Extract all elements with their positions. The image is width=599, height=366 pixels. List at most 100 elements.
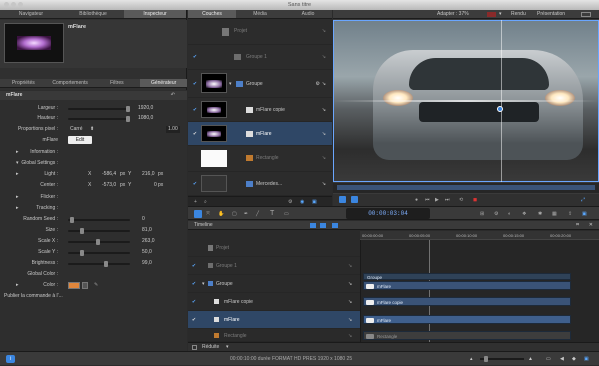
timecode-display[interactable]: 00:00:03:04 <box>346 208 430 219</box>
scale-x-value[interactable]: 263,0 <box>142 237 155 246</box>
scale-x-slider[interactable] <box>68 239 130 245</box>
layer-row[interactable]: ✔ Mercedes... ↘ <box>188 172 332 196</box>
center-x-value[interactable]: -573,0 <box>102 181 116 190</box>
brightness-slider[interactable] <box>68 261 130 267</box>
fullscreen-icon[interactable]: ⤢ <box>581 194 585 206</box>
record-icon[interactable]: ● <box>415 194 418 206</box>
brightness-value[interactable]: 99,0 <box>142 259 152 268</box>
visibility-check-icon[interactable]: ✔ <box>191 317 197 323</box>
scale-y-slider[interactable] <box>68 250 130 256</box>
hauteur-value[interactable]: 1080,0 <box>138 114 153 123</box>
lock-icon[interactable]: ↘ <box>322 131 326 137</box>
filters-icon[interactable]: ◐ <box>508 207 511 221</box>
light-y-value[interactable]: 216,0 <box>142 170 155 179</box>
selection-bounds[interactable] <box>333 20 599 182</box>
loop-icon[interactable]: ⟲ <box>459 194 463 206</box>
lock-icon[interactable]: ↘ <box>348 317 352 323</box>
lock-icon[interactable]: ↘ <box>322 81 326 87</box>
tab-filtres[interactable]: Filtres <box>94 79 141 87</box>
timeline-ruler[interactable]: 00:00:00:00 00:00:05:00 00:00:10:00 00:0… <box>360 231 599 240</box>
minimize-window-icon[interactable] <box>11 2 16 7</box>
scale-x-knob[interactable] <box>96 239 100 245</box>
rectangle-tool-icon[interactable]: ▢ <box>232 207 237 221</box>
lock-icon[interactable]: ↘ <box>348 333 352 339</box>
audio-icon[interactable] <box>351 196 358 203</box>
loop-icon[interactable] <box>339 196 346 203</box>
tab-proprietes[interactable]: Propriétés <box>0 79 47 87</box>
edit-button[interactable]: Edit <box>68 136 92 144</box>
lock-icon[interactable]: ↘ <box>348 263 352 269</box>
snap-icon[interactable]: ⌗ <box>576 221 579 230</box>
size-knob[interactable] <box>80 228 84 234</box>
largeur-value[interactable]: 1920,0 <box>138 104 153 113</box>
chevron-down-icon[interactable]: ▾ <box>499 10 502 19</box>
layer-row[interactable]: ✔ mFlare copie ↘ <box>188 98 332 122</box>
zoom-slider[interactable] <box>480 356 524 362</box>
layer-row[interactable]: ✔ ▾ Groupe ⚙ ↘ <box>188 70 332 98</box>
collapse-icon[interactable] <box>192 345 197 350</box>
scale-y-value[interactable]: 50,0 <box>142 248 152 257</box>
layout-icon[interactable] <box>581 12 591 17</box>
visibility-check-icon[interactable]: ✔ <box>192 107 198 113</box>
track-area[interactable]: Groupe mFlare mFlare copie mFlare Rectan… <box>360 240 599 342</box>
layer-row[interactable]: ✔ Groupe 1 ↘ <box>188 45 332 70</box>
generators-icon[interactable]: ❖ <box>522 207 526 221</box>
color-swatch[interactable] <box>68 282 80 289</box>
color-menu-icon[interactable] <box>82 282 88 289</box>
tab-comportements[interactable]: Comportements <box>47 79 94 87</box>
disclosure-icon[interactable]: ▾ <box>229 81 232 87</box>
group-clip[interactable]: Groupe <box>363 273 571 280</box>
random-seed-value[interactable]: 0 <box>142 215 145 224</box>
disclosure-icon[interactable]: ▾ <box>202 281 205 287</box>
layer-row-selected[interactable]: ✔ mFlare ↘ <box>188 122 332 146</box>
reset-icon[interactable]: ↶ <box>171 91 175 100</box>
mask-tool-icon[interactable]: ▭ <box>284 207 289 221</box>
size-value[interactable]: 81,0 <box>142 226 152 235</box>
scale-y-knob[interactable] <box>80 250 84 256</box>
add-object-icon[interactable]: ⊞ <box>480 207 484 221</box>
go-end-icon[interactable]: ⏭ <box>445 194 450 206</box>
go-start-icon[interactable]: ⏮ <box>425 194 430 206</box>
fit-dropdown[interactable]: Adapter : 37% <box>437 10 469 19</box>
mflare-copie-clip[interactable]: mFlare copie <box>363 297 571 306</box>
random-seed-slider[interactable] <box>68 217 130 223</box>
tab-couches[interactable]: Couches <box>188 10 236 18</box>
keyframe-icon[interactable]: ◆ <box>572 352 576 366</box>
play-icon[interactable]: ▶ <box>435 194 439 206</box>
replicator-icon[interactable]: ▦ <box>552 207 557 221</box>
keyframe-toggle-icon[interactable] <box>332 223 338 228</box>
transform-tool-icon[interactable]: ⤧ <box>206 207 210 221</box>
mflare-clip[interactable]: mFlare <box>363 281 571 290</box>
size-slider[interactable] <box>68 228 130 234</box>
tab-bibliotheque[interactable]: Bibliothèque <box>62 10 124 18</box>
center-handle[interactable] <box>497 106 503 112</box>
brightness-knob[interactable] <box>104 261 108 267</box>
layer-options-icon[interactable]: ⚙ <box>316 81 320 87</box>
mflare-clip-selected[interactable]: mFlare <box>363 315 571 324</box>
canvas[interactable] <box>333 20 599 182</box>
proportions-num[interactable]: 1.00 <box>166 126 180 133</box>
behaviors-icon[interactable]: ⚙ <box>494 207 498 221</box>
center-y-value[interactable]: 0 <box>154 181 157 190</box>
visibility-check-icon[interactable]: ✔ <box>192 54 198 60</box>
render-menu[interactable]: Rendu <box>511 10 526 19</box>
tab-generateur[interactable]: Générateur <box>140 79 187 87</box>
lock-icon[interactable]: ↘ <box>322 181 326 187</box>
audio-editor-icon[interactable]: ▣ <box>584 352 589 366</box>
eyedropper-icon[interactable]: ✎ <box>94 281 98 290</box>
lock-icon[interactable]: ↘ <box>348 281 352 287</box>
random-seed-knob[interactable] <box>70 217 74 223</box>
layer-row[interactable]: Projet ↘ <box>188 20 332 45</box>
monitor-icon[interactable]: ▭ <box>546 352 551 366</box>
particles-icon[interactable]: ✱ <box>538 207 542 221</box>
tab-media[interactable]: Média <box>236 10 284 18</box>
hauteur-knob[interactable] <box>126 116 130 122</box>
lock-icon[interactable]: ↘ <box>322 28 326 34</box>
visibility-check-icon[interactable]: ✔ <box>192 131 198 137</box>
zoom-window-icon[interactable] <box>18 2 23 7</box>
paint-tool-icon[interactable]: ╱ <box>256 207 259 221</box>
light-x-value[interactable]: -586,4 <box>102 170 116 179</box>
pan-tool-icon[interactable]: ✋ <box>218 207 224 221</box>
lock-icon[interactable]: ↘ <box>322 107 326 113</box>
publish-label[interactable]: Publier la commande à l'... <box>4 293 63 299</box>
